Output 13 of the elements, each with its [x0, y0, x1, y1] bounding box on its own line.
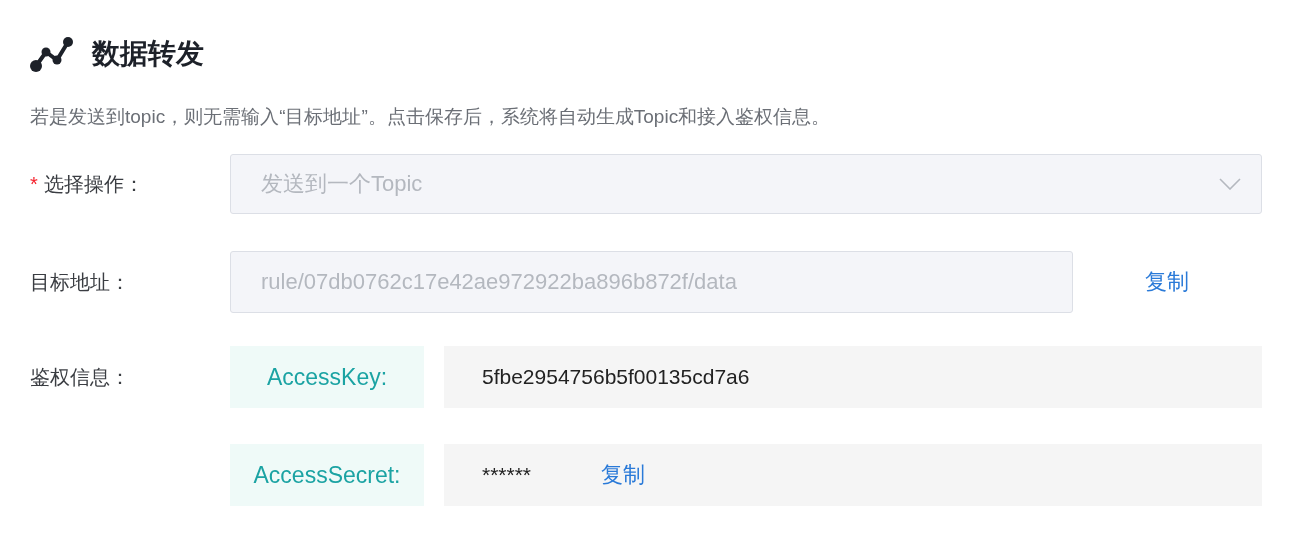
required-mark: * — [30, 172, 38, 195]
field-label: 鉴权信息： — [30, 364, 131, 390]
field-label: * 选择操作： — [30, 171, 145, 197]
key-value: ****** — [482, 463, 532, 487]
field-label: 目标地址： — [30, 269, 131, 295]
key-label: AccessKey: — [230, 346, 424, 408]
section-title: 数据转发 — [92, 37, 204, 71]
copy-link[interactable]: 复制 — [601, 460, 646, 490]
chart-line-icon — [30, 34, 74, 74]
key-label: AccessSecret: — [230, 444, 424, 506]
key-value: 5fbe2954756b5f00135cd7a6 — [482, 365, 750, 389]
description-text: 若是发送到topic，则无需输入“目标地址”。点击保存后，系统将自动生成Topic和接入鉴权信息。 — [30, 105, 832, 129]
chevron-down-icon — [1219, 178, 1241, 190]
